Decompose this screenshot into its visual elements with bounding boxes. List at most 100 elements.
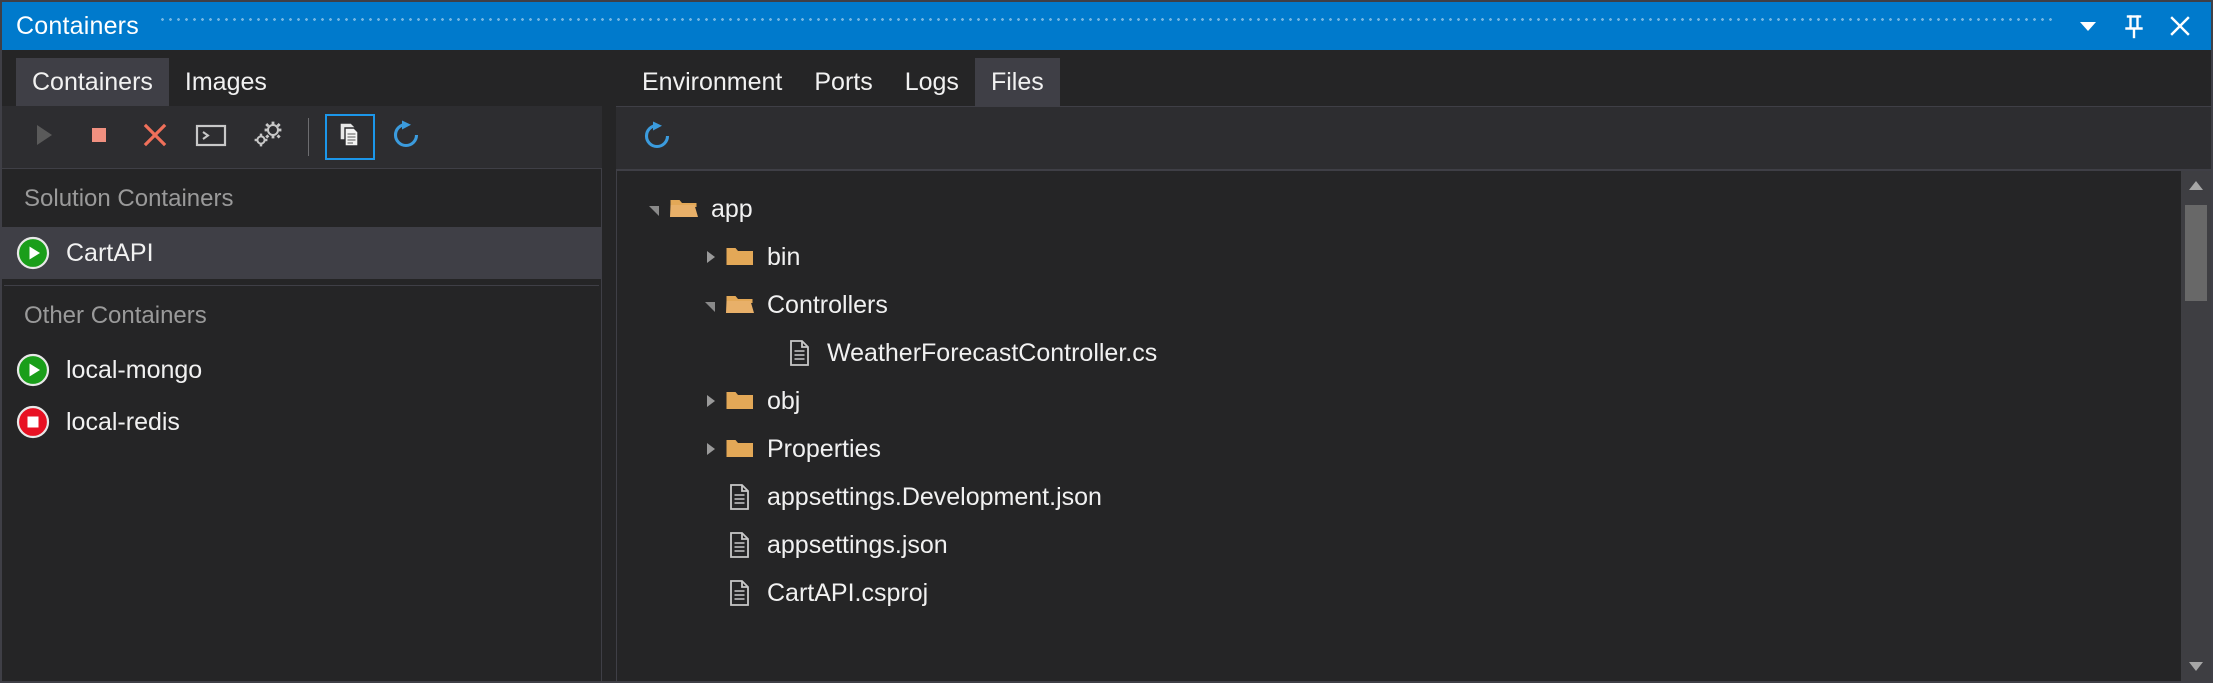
scroll-track[interactable] (2181, 201, 2211, 651)
tab-environment-label: Environment (642, 67, 783, 96)
scroll-up-button[interactable] (2181, 171, 2211, 201)
chevron-expanded-icon[interactable] (695, 290, 725, 320)
tree-item-obj[interactable]: obj (617, 377, 2181, 425)
file-tree-scrollbar[interactable] (2181, 171, 2211, 681)
close-window-button[interactable] (2157, 4, 2203, 48)
remove-container-button[interactable] (130, 114, 180, 160)
container-settings-button[interactable] (242, 114, 292, 160)
tree-item-label: bin (767, 242, 801, 271)
folder-closed-icon (725, 242, 755, 272)
refresh-icon (390, 119, 422, 156)
refresh-containers-button[interactable] (381, 114, 431, 160)
tab-files-label: Files (990, 67, 1044, 96)
container-name-label: local-mongo (66, 355, 203, 384)
stopped-status-icon (16, 405, 50, 439)
window-title: Containers (16, 11, 139, 40)
folder-closed-icon (725, 434, 755, 464)
file-document-icon (725, 482, 755, 512)
details-tabstrip: Environment Ports Logs Files (616, 50, 2211, 106)
folder-open-icon (725, 290, 755, 320)
group-header-solution-containers: Solution Containers (24, 185, 234, 212)
window-drag-handle[interactable] (160, 15, 2055, 37)
chevron-down-icon (2075, 13, 2101, 39)
workspace: Containers Images Solution Containers Ca… (2, 50, 2211, 681)
file-document-icon (785, 338, 815, 368)
window-button-group (2065, 4, 2211, 48)
tree-item-label: appsettings.Development.json (767, 482, 1102, 511)
tree-item-app[interactable]: app (617, 185, 2181, 233)
folder-open-icon (669, 194, 699, 224)
close-icon (2166, 12, 2194, 40)
view-details-button[interactable] (325, 114, 375, 160)
container-list: Solution Containers CartAPI Other Contai… (2, 169, 602, 681)
tree-item-label: Properties (767, 434, 881, 463)
tree-item-label: CartAPI.csproj (767, 578, 929, 607)
running-status-icon (16, 236, 50, 270)
tree-item-label: app (711, 194, 753, 223)
containers-pane: Containers Images Solution Containers Ca… (2, 50, 602, 681)
chevron-collapsed-icon[interactable] (695, 434, 725, 464)
container-item-local-redis[interactable]: local-redis (2, 396, 601, 448)
tab-containers-label: Containers (32, 67, 153, 96)
container-item-local-mongo[interactable]: local-mongo (2, 344, 601, 396)
file-tree: app bin Controllers WeatherForecastContr… (616, 171, 2181, 681)
pin-icon (2120, 12, 2148, 40)
tree-item-label: WeatherForecastController.cs (827, 338, 1158, 367)
tab-files[interactable]: Files (974, 58, 1060, 106)
tab-ports-label: Ports (814, 67, 873, 96)
refresh-files-button[interactable] (632, 115, 682, 161)
tab-environment[interactable]: Environment (626, 58, 798, 106)
refresh-icon (641, 120, 673, 157)
window-dropdown-button[interactable] (2065, 4, 2111, 48)
chevron-expanded-icon[interactable] (639, 194, 669, 224)
toolbar-separator (308, 118, 309, 156)
tree-item-bin[interactable]: bin (617, 233, 2181, 281)
containers-tool-window: Containers Containers Images Solution Co… (0, 0, 2213, 683)
tab-containers[interactable]: Containers (16, 58, 169, 106)
chevron-collapsed-icon[interactable] (695, 242, 725, 272)
tree-item-appsettings-development-json[interactable]: appsettings.Development.json (617, 473, 2181, 521)
group-header-other-containers: Other Containers (24, 302, 207, 329)
start-container-button[interactable] (18, 114, 68, 160)
tree-item-properties[interactable]: Properties (617, 425, 2181, 473)
tree-item-label: appsettings.json (767, 530, 948, 559)
running-status-icon (16, 353, 50, 387)
tree-item-label: obj (767, 386, 801, 415)
scroll-thumb[interactable] (2185, 205, 2207, 301)
tab-logs-label: Logs (904, 67, 959, 96)
terminal-icon (194, 120, 228, 155)
file-document-icon (725, 530, 755, 560)
stop-icon (84, 120, 114, 155)
files-toolbar (616, 106, 2211, 170)
scroll-down-button[interactable] (2181, 651, 2211, 681)
pane-splitter[interactable] (602, 50, 616, 681)
copy-files-icon (335, 120, 365, 155)
container-details-pane: Environment Ports Logs Files app bin Con… (616, 50, 2211, 681)
chevron-collapsed-icon[interactable] (695, 386, 725, 416)
containers-tabstrip: Containers Images (2, 50, 602, 106)
file-document-icon (725, 578, 755, 608)
container-item-cartapi[interactable]: CartAPI (2, 227, 601, 279)
container-name-label: CartAPI (66, 238, 154, 267)
container-name-label: local-redis (66, 407, 180, 436)
window-titlebar: Containers (2, 2, 2211, 50)
tree-item-label: Controllers (767, 290, 888, 319)
folder-closed-icon (725, 386, 755, 416)
open-terminal-button[interactable] (186, 114, 236, 160)
files-area: app bin Controllers WeatherForecastContr… (616, 170, 2211, 681)
tree-item-appsettings-json[interactable]: appsettings.json (617, 521, 2181, 569)
auto-hide-pin-button[interactable] (2111, 4, 2157, 48)
stop-container-button[interactable] (74, 114, 124, 160)
tab-ports[interactable]: Ports (798, 58, 888, 106)
tree-item-cartapi-csproj[interactable]: CartAPI.csproj (617, 569, 2181, 617)
tree-item-weatherforecastcontroller-cs[interactable]: WeatherForecastController.cs (617, 329, 2181, 377)
tab-images-label: Images (184, 67, 267, 96)
containers-toolbar (2, 106, 602, 169)
tab-images[interactable]: Images (169, 58, 283, 106)
gears-icon (250, 119, 284, 156)
tab-logs[interactable]: Logs (889, 58, 975, 106)
remove-x-icon (139, 119, 171, 156)
play-icon (28, 120, 58, 155)
tree-item-controllers[interactable]: Controllers (617, 281, 2181, 329)
